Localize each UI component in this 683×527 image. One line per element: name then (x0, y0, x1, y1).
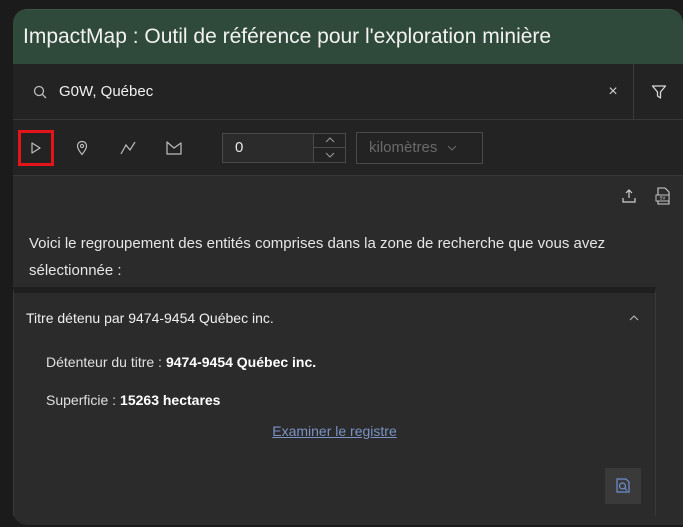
holder-value: 9474-9454 Québec inc. (165, 354, 317, 370)
result-details: Détenteur du titre : 9474-9454 Québec in… (14, 343, 655, 439)
area-label: Superficie : (46, 392, 117, 408)
distance-input[interactable]: 0 (222, 132, 314, 163)
clear-search-button[interactable]: × (593, 83, 633, 101)
app-title: ImpactMap : Outil de référence pour l'ex… (13, 10, 683, 64)
area-value: 15263 hectares (120, 392, 221, 408)
holder-label: Détenteur du titre : (46, 354, 162, 370)
zoom-to-icon (616, 478, 630, 493)
area-row: Superficie : 15263 hectares (46, 381, 655, 419)
chevron-down-icon (448, 145, 457, 151)
search-value: G0W, Québec (59, 83, 154, 100)
search-icon (33, 85, 47, 98)
result-card-header[interactable]: Titre détenu par 9474-9454 Québec inc. (14, 293, 655, 343)
unit-select[interactable]: kilomètres (356, 131, 483, 164)
search-input[interactable]: G0W, Québec (13, 64, 593, 119)
export-icon[interactable] (621, 188, 637, 204)
select-icon (31, 141, 41, 154)
decrement-button[interactable] (314, 148, 345, 162)
point-tool-button[interactable] (64, 130, 100, 166)
svg-text:SV: SV (659, 196, 666, 202)
holder-row: Détenteur du titre : 9474-9454 Québec in… (46, 343, 655, 381)
distance-stepper (314, 132, 346, 163)
csv-export-icon[interactable]: SV (655, 187, 671, 205)
polygon-icon (166, 140, 182, 155)
result-card: Titre détenu par 9474-9454 Québec inc. D… (13, 287, 656, 516)
chevron-down-icon (325, 152, 334, 158)
search-bar: G0W, Québec × (13, 64, 683, 120)
point-icon (76, 140, 88, 155)
increment-button[interactable] (314, 134, 345, 148)
filter-icon (651, 84, 666, 99)
results-intro-text: Voici le regroupement des entités compri… (29, 235, 606, 279)
zoom-to-feature-button[interactable] (605, 468, 641, 504)
filter-button[interactable] (633, 64, 683, 119)
select-tool-button[interactable] (18, 129, 54, 166)
result-title: Titre détenu par 9474-9454 Québec inc. (26, 310, 274, 326)
chevron-up-icon (629, 315, 639, 321)
chevron-up-icon (325, 137, 334, 143)
results-actions: SV (13, 176, 683, 216)
view-register-link[interactable]: Examiner le registre (272, 423, 397, 439)
polygon-tool-button[interactable] (156, 130, 192, 166)
unit-select-value: kilomètres (369, 139, 438, 156)
polyline-icon (120, 141, 136, 154)
polyline-tool-button[interactable] (110, 130, 146, 166)
drawing-toolbar: 0 kilomètres (13, 120, 683, 176)
